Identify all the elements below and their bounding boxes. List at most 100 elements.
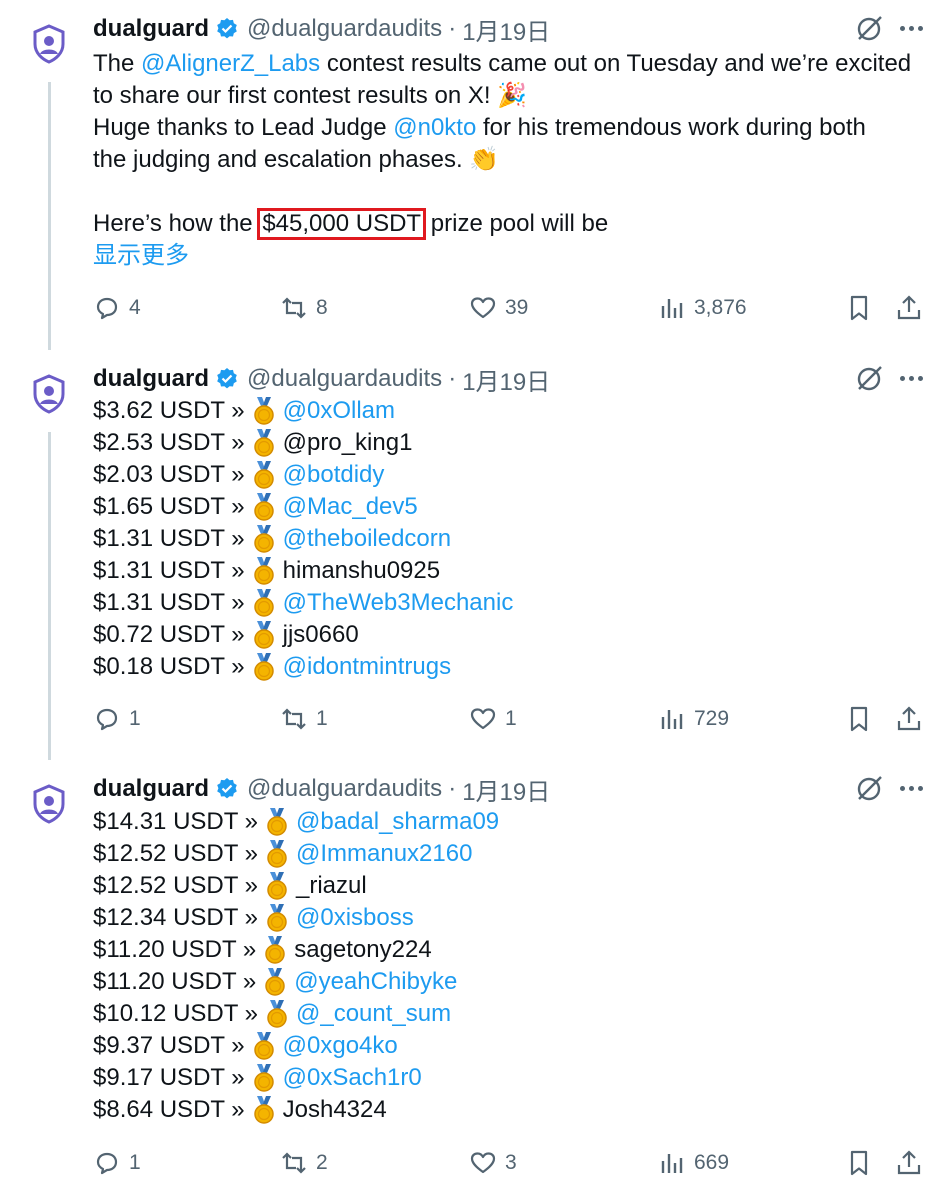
payout-username: _riazul	[296, 872, 367, 899]
text-span: The	[93, 50, 135, 77]
payout-row: $11.20 USDT » @yeahChibyke	[93, 966, 499, 998]
mention-link[interactable]: @AlignerZ_Labs	[141, 48, 320, 80]
reply-count: 1	[129, 707, 141, 730]
more-icon[interactable]	[900, 784, 924, 794]
tweet-3[interactable]: dualguard @dualguardaudits · 1月19日 $14.3…	[0, 760, 946, 1200]
share-button[interactable]	[895, 699, 923, 739]
mention-link[interactable]: @idontmintrugs	[283, 651, 451, 683]
more-icon[interactable]	[900, 24, 924, 34]
like-button[interactable]: 3	[469, 1143, 517, 1183]
medal-icon	[253, 525, 274, 553]
more-icon[interactable]	[900, 374, 924, 384]
tweet-1[interactable]: dualguard @dualguardaudits · 1月19日 The @…	[0, 0, 946, 350]
mention-link[interactable]: @botdidy	[283, 459, 385, 491]
text-span: to share our first contest results on X!…	[93, 82, 528, 109]
payout-amount: $11.20 USDT »	[93, 936, 257, 963]
author-name[interactable]: dualguard	[93, 775, 209, 803]
tweet-date[interactable]: 1月19日	[462, 772, 550, 807]
author-name[interactable]: dualguard	[93, 365, 209, 393]
mention-link[interactable]: @TheWeb3Mechanic	[283, 587, 514, 619]
medal-icon	[253, 557, 274, 585]
reply-button[interactable]: 1	[93, 1143, 141, 1183]
shield-avatar-icon[interactable]	[31, 374, 67, 414]
bookmark-button[interactable]	[845, 1143, 873, 1183]
retweet-button[interactable]: 2	[280, 1143, 328, 1183]
medal-icon	[253, 653, 274, 681]
share-button[interactable]	[895, 288, 923, 328]
author-handle[interactable]: @dualguardaudits	[247, 365, 442, 393]
medal-icon	[267, 904, 287, 932]
shield-avatar-icon[interactable]	[31, 24, 67, 64]
reply-icon	[96, 297, 118, 320]
text-span: prize pool will be	[430, 210, 609, 237]
author-handle[interactable]: @dualguardaudits	[247, 775, 442, 803]
mention-link[interactable]: @0xSach1r0	[283, 1062, 422, 1094]
medal-icon	[253, 429, 274, 457]
header-separator: ·	[448, 15, 457, 42]
mention-link[interactable]: @Immanux2160	[296, 838, 472, 870]
bookmark-button[interactable]	[845, 288, 873, 328]
mention-link[interactable]: @_count_sum	[296, 998, 451, 1030]
mention-link[interactable]: @0xgo4ko	[283, 1030, 398, 1062]
payout-row: $1.31 USDT » @theboiledcorn	[93, 523, 513, 555]
payout-row: $11.20 USDT » sagetony224	[93, 934, 499, 966]
payout-username: Josh4324	[282, 1096, 387, 1123]
retweet-icon	[282, 1152, 306, 1174]
payout-amount: $14.31 USDT »	[93, 808, 258, 835]
payout-amount: $10.12 USDT »	[93, 1000, 258, 1027]
medal-icon	[253, 1032, 274, 1060]
payout-row: $3.62 USDT » @0xOllam	[93, 395, 513, 427]
payout-row: $1.31 USDT » @TheWeb3Mechanic	[93, 587, 513, 619]
views-button[interactable]: 3,876	[658, 288, 747, 328]
payout-amount: $0.18 USDT »	[93, 653, 245, 680]
payout-username: sagetony224	[294, 936, 432, 963]
payout-row: $2.03 USDT » @botdidy	[93, 459, 513, 491]
author-name[interactable]: dualguard	[93, 15, 209, 43]
share-button[interactable]	[895, 1143, 923, 1183]
shield-avatar-icon[interactable]	[31, 784, 67, 824]
mention-link[interactable]: @n0kto	[393, 112, 476, 144]
tweet-text-line: to share our first contest results on X!…	[93, 80, 911, 112]
views-button[interactable]: 669	[658, 1143, 729, 1183]
grok-icon[interactable]	[854, 14, 884, 44]
payout-amount: $9.17 USDT »	[93, 1064, 245, 1091]
views-icon	[661, 1154, 683, 1173]
payout-row: $14.31 USDT » @badal_sharma09	[93, 806, 499, 838]
payout-amount: $2.53 USDT »	[93, 429, 245, 456]
like-count: 1	[505, 707, 517, 730]
mention-link[interactable]: @0xisboss	[296, 902, 414, 934]
payout-row: $2.53 USDT » @pro_king1	[93, 427, 513, 459]
payout-row: $0.72 USDT » jjs0660	[93, 619, 513, 651]
tweet-2[interactable]: dualguard @dualguardaudits · 1月19日 $3.62…	[0, 350, 946, 760]
mention-link[interactable]: @yeahChibyke	[294, 966, 457, 998]
grok-icon[interactable]	[854, 774, 884, 804]
grok-icon[interactable]	[854, 364, 884, 394]
bookmark-icon	[850, 706, 868, 732]
tweet-text-line: The @AlignerZ_Labs contest results came …	[93, 48, 911, 80]
medal-icon	[265, 968, 285, 996]
view-count: 669	[694, 1151, 730, 1174]
mention-link[interactable]: @badal_sharma09	[296, 806, 499, 838]
like-button[interactable]: 39	[469, 288, 528, 328]
bookmark-button[interactable]	[845, 699, 873, 739]
tweet-text: The @AlignerZ_Labs contest results came …	[93, 48, 911, 272]
views-icon	[661, 299, 683, 318]
like-button[interactable]: 1	[469, 699, 517, 739]
tweet-date[interactable]: 1月19日	[462, 12, 550, 47]
mention-link[interactable]: @Mac_dev5	[283, 491, 418, 523]
retweet-button[interactable]: 1	[280, 699, 328, 739]
retweet-button[interactable]: 8	[280, 288, 328, 328]
like-icon	[470, 708, 496, 730]
views-button[interactable]: 729	[658, 699, 729, 739]
tweet-date[interactable]: 1月19日	[462, 362, 550, 397]
reply-button[interactable]: 1	[93, 699, 141, 739]
mention-link[interactable]: @0xOllam	[283, 395, 395, 427]
author-handle[interactable]: @dualguardaudits	[247, 15, 442, 43]
payout-row: $10.12 USDT » @_count_sum	[93, 998, 499, 1030]
reply-count: 4	[129, 296, 141, 319]
payout-amount: $1.31 USDT »	[93, 557, 245, 584]
reply-button[interactable]: 4	[93, 288, 141, 328]
mention-link[interactable]: @theboiledcorn	[283, 523, 451, 555]
bookmark-icon	[850, 295, 868, 321]
show-more-link[interactable]: 显示更多	[93, 240, 911, 272]
